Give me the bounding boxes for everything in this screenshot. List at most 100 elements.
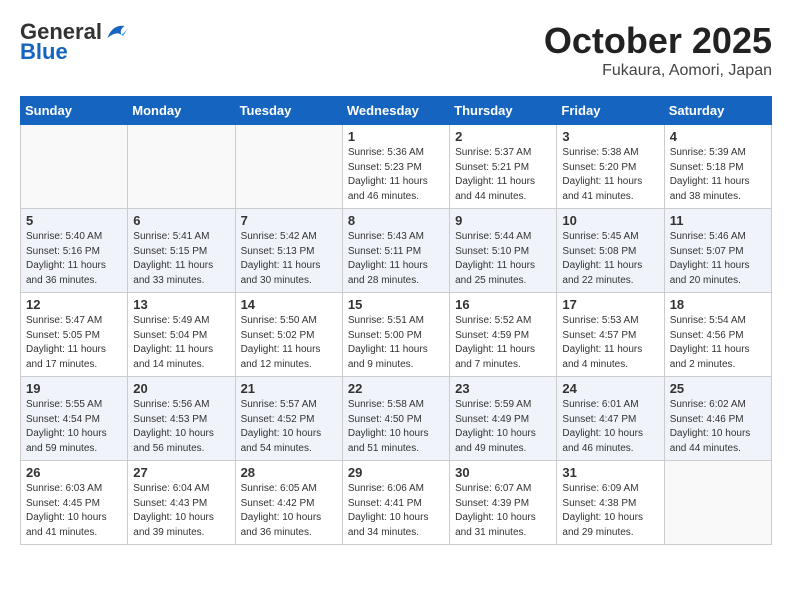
day-info: Sunrise: 5:39 AMSunset: 5:18 PMDaylight:… xyxy=(670,146,766,204)
weekday-header-saturday: Saturday xyxy=(664,97,771,125)
calendar-cell: 6Sunrise: 5:41 AMSunset: 5:15 PMDaylight… xyxy=(128,209,235,293)
day-number: 20 xyxy=(133,381,229,396)
day-info: Sunrise: 5:53 AMSunset: 4:57 PMDaylight:… xyxy=(562,314,658,372)
day-number: 16 xyxy=(455,297,551,312)
day-info: Sunrise: 5:55 AMSunset: 4:54 PMDaylight:… xyxy=(26,398,122,456)
day-number: 14 xyxy=(241,297,337,312)
weekday-header-friday: Friday xyxy=(557,97,664,125)
day-number: 18 xyxy=(670,297,766,312)
day-number: 27 xyxy=(133,465,229,480)
calendar-cell: 27 Sunrise: 6:04 AMSunset: 4:43 PMDayligh… xyxy=(128,461,235,545)
day-number: 8 xyxy=(348,213,444,228)
calendar-cell: 24 Sunrise: 6:01 AMSunset: 4:47 PMDayligh… xyxy=(557,377,664,461)
location: Fukaura, Aomori, Japan xyxy=(544,62,772,80)
day-info: Sunrise: 5:54 AMSunset: 4:56 PMDaylight:… xyxy=(670,314,766,372)
day-info: Sunrise: 5:59 AMSunset: 4:49 PMDaylight:… xyxy=(455,398,551,456)
calendar-week-row: 12 Sunrise: 5:47 AMSunset: 5:05 PMDayligh… xyxy=(21,293,772,377)
weekday-header-sunday: Sunday xyxy=(21,97,128,125)
day-number: 4 xyxy=(670,129,766,144)
calendar-cell xyxy=(235,125,342,209)
day-info: Sunrise: 6:02 AMSunset: 4:46 PMDaylight:… xyxy=(670,398,766,456)
logo: General Blue xyxy=(20,20,128,64)
calendar-week-row: 19 Sunrise: 5:55 AMSunset: 4:54 PMDayligh… xyxy=(21,377,772,461)
calendar-cell: 19 Sunrise: 5:55 AMSunset: 4:54 PMDayligh… xyxy=(21,377,128,461)
day-info: Sunrise: 5:57 AMSunset: 4:52 PMDaylight:… xyxy=(241,398,337,456)
calendar-cell xyxy=(21,125,128,209)
day-info: Sunrise: 5:51 AMSunset: 5:00 PMDaylight:… xyxy=(348,314,444,372)
day-info: Sunrise: 5:45 AMSunset: 5:08 PMDaylight:… xyxy=(562,230,658,288)
day-number: 24 xyxy=(562,381,658,396)
calendar-cell xyxy=(128,125,235,209)
day-info: Sunrise: 5:52 AMSunset: 4:59 PMDaylight:… xyxy=(455,314,551,372)
day-info: Sunrise: 5:58 AMSunset: 4:50 PMDaylight:… xyxy=(348,398,444,456)
calendar-cell: 1Sunrise: 5:36 AMSunset: 5:23 PMDaylight… xyxy=(342,125,449,209)
calendar-week-row: 5Sunrise: 5:40 AMSunset: 5:16 PMDaylight… xyxy=(21,209,772,293)
calendar-cell xyxy=(664,461,771,545)
day-info: Sunrise: 5:37 AMSunset: 5:21 PMDaylight:… xyxy=(455,146,551,204)
day-number: 13 xyxy=(133,297,229,312)
calendar-week-row: 26 Sunrise: 6:03 AMSunset: 4:45 PMDayligh… xyxy=(21,461,772,545)
day-number: 17 xyxy=(562,297,658,312)
calendar-table: SundayMondayTuesdayWednesdayThursdayFrid… xyxy=(20,96,772,545)
day-info: Sunrise: 6:03 AMSunset: 4:45 PMDaylight:… xyxy=(26,482,122,540)
day-info: Sunrise: 6:01 AMSunset: 4:47 PMDaylight:… xyxy=(562,398,658,456)
day-info: Sunrise: 5:47 AMSunset: 5:05 PMDaylight:… xyxy=(26,314,122,372)
day-number: 26 xyxy=(26,465,122,480)
day-info: Sunrise: 5:38 AMSunset: 5:20 PMDaylight:… xyxy=(562,146,658,204)
title-block: October 2025 Fukaura, Aomori, Japan xyxy=(544,20,772,80)
day-number: 19 xyxy=(26,381,122,396)
calendar-cell: 14 Sunrise: 5:50 AMSunset: 5:02 PMDayligh… xyxy=(235,293,342,377)
day-number: 21 xyxy=(241,381,337,396)
calendar-cell: 30Sunrise: 6:07 AMSunset: 4:39 PMDayligh… xyxy=(450,461,557,545)
day-number: 23 xyxy=(455,381,551,396)
calendar-cell: 17 Sunrise: 5:53 AMSunset: 4:57 PMDayligh… xyxy=(557,293,664,377)
day-info: Sunrise: 5:44 AMSunset: 5:10 PMDaylight:… xyxy=(455,230,551,288)
day-info: Sunrise: 5:50 AMSunset: 5:02 PMDaylight:… xyxy=(241,314,337,372)
logo-bird-icon xyxy=(104,22,128,42)
day-info: Sunrise: 5:56 AMSunset: 4:53 PMDaylight:… xyxy=(133,398,229,456)
day-info: Sunrise: 6:04 AMSunset: 4:43 PMDaylight:… xyxy=(133,482,229,540)
month-title: October 2025 xyxy=(544,20,772,62)
day-info: Sunrise: 6:06 AMSunset: 4:41 PMDaylight:… xyxy=(348,482,444,540)
day-info: Sunrise: 5:42 AMSunset: 5:13 PMDaylight:… xyxy=(241,230,337,288)
calendar-cell: 20 Sunrise: 5:56 AMSunset: 4:53 PMDayligh… xyxy=(128,377,235,461)
calendar-cell: 9 Sunrise: 5:44 AMSunset: 5:10 PMDaylight… xyxy=(450,209,557,293)
calendar-cell: 7 Sunrise: 5:42 AMSunset: 5:13 PMDaylight… xyxy=(235,209,342,293)
day-number: 31 xyxy=(562,465,658,480)
day-number: 29 xyxy=(348,465,444,480)
calendar-cell: 31 Sunrise: 6:09 AMSunset: 4:38 PMDayligh… xyxy=(557,461,664,545)
day-info: Sunrise: 5:46 AMSunset: 5:07 PMDaylight:… xyxy=(670,230,766,288)
calendar-cell: 22Sunrise: 5:58 AMSunset: 4:50 PMDayligh… xyxy=(342,377,449,461)
day-info: Sunrise: 6:05 AMSunset: 4:42 PMDaylight:… xyxy=(241,482,337,540)
day-number: 12 xyxy=(26,297,122,312)
calendar-cell: 28 Sunrise: 6:05 AMSunset: 4:42 PMDayligh… xyxy=(235,461,342,545)
calendar-cell: 26 Sunrise: 6:03 AMSunset: 4:45 PMDayligh… xyxy=(21,461,128,545)
weekday-header-thursday: Thursday xyxy=(450,97,557,125)
day-number: 7 xyxy=(241,213,337,228)
calendar-cell: 8Sunrise: 5:43 AMSunset: 5:11 PMDaylight… xyxy=(342,209,449,293)
day-info: Sunrise: 6:09 AMSunset: 4:38 PMDaylight:… xyxy=(562,482,658,540)
calendar-cell: 25 Sunrise: 6:02 AMSunset: 4:46 PMDayligh… xyxy=(664,377,771,461)
day-number: 15 xyxy=(348,297,444,312)
calendar-cell: 29 Sunrise: 6:06 AMSunset: 4:41 PMDayligh… xyxy=(342,461,449,545)
weekday-header-row: SundayMondayTuesdayWednesdayThursdayFrid… xyxy=(21,97,772,125)
calendar-cell: 16 Sunrise: 5:52 AMSunset: 4:59 PMDayligh… xyxy=(450,293,557,377)
day-number: 11 xyxy=(670,213,766,228)
day-number: 1 xyxy=(348,129,444,144)
calendar-week-row: 1Sunrise: 5:36 AMSunset: 5:23 PMDaylight… xyxy=(21,125,772,209)
calendar-cell: 12 Sunrise: 5:47 AMSunset: 5:05 PMDayligh… xyxy=(21,293,128,377)
day-number: 28 xyxy=(241,465,337,480)
calendar-cell: 13Sunrise: 5:49 AMSunset: 5:04 PMDayligh… xyxy=(128,293,235,377)
day-number: 9 xyxy=(455,213,551,228)
calendar-cell: 23 Sunrise: 5:59 AMSunset: 4:49 PMDayligh… xyxy=(450,377,557,461)
calendar-cell: 11 Sunrise: 5:46 AMSunset: 5:07 PMDayligh… xyxy=(664,209,771,293)
weekday-header-wednesday: Wednesday xyxy=(342,97,449,125)
calendar-cell: 21 Sunrise: 5:57 AMSunset: 4:52 PMDayligh… xyxy=(235,377,342,461)
calendar-cell: 5Sunrise: 5:40 AMSunset: 5:16 PMDaylight… xyxy=(21,209,128,293)
day-info: Sunrise: 6:07 AMSunset: 4:39 PMDaylight:… xyxy=(455,482,551,540)
day-info: Sunrise: 5:41 AMSunset: 5:15 PMDaylight:… xyxy=(133,230,229,288)
page-header: General Blue October 2025 Fukaura, Aomor… xyxy=(20,20,772,80)
weekday-header-monday: Monday xyxy=(128,97,235,125)
day-number: 3 xyxy=(562,129,658,144)
day-number: 25 xyxy=(670,381,766,396)
